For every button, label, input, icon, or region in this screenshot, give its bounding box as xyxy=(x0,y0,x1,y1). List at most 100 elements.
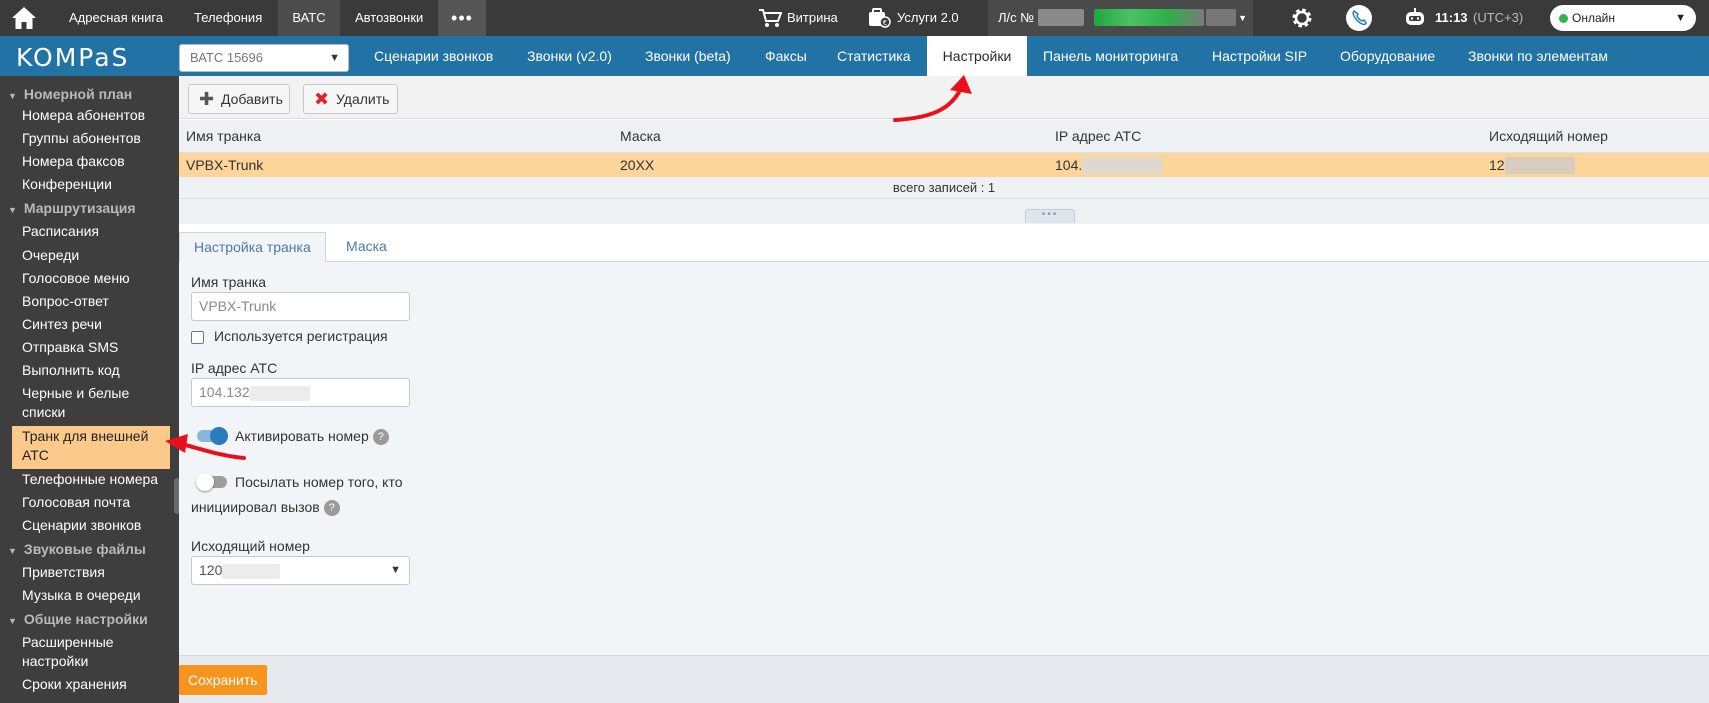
tab-mask[interactable]: Маска xyxy=(332,232,401,262)
clock-timezone: (UTC+3) xyxy=(1473,10,1524,25)
sidebar-section-sound-files[interactable]: ▼ Звуковые файлы xyxy=(8,539,146,559)
chevron-down-icon: ▼ xyxy=(8,616,17,626)
column-header-outgoing[interactable]: Исходящий номер xyxy=(1489,120,1608,152)
chevron-down-icon: ▼ xyxy=(329,52,340,64)
chevron-down-icon: ▼ xyxy=(1238,13,1247,23)
tab-calls-v2[interactable]: Звонки (v2.0) xyxy=(512,36,627,76)
sidebar-item-call-scenarios[interactable]: Сценарии звонков xyxy=(22,516,172,535)
sidebar-item-external-trunk[interactable]: Транк для внешней АТС xyxy=(12,426,170,469)
chevron-down-icon: ▼ xyxy=(1675,12,1686,24)
delete-button[interactable]: ✖ Удалить xyxy=(303,84,398,114)
services-link[interactable]: Услуги 2.0 xyxy=(897,0,959,36)
sidebar-item-voice-menu[interactable]: Голосовое меню xyxy=(22,269,172,288)
atc-select-value: ВАТС 15696 xyxy=(190,50,263,65)
activate-number-label: Активировать номер? xyxy=(235,428,389,446)
logo: KOMPaS xyxy=(16,43,130,72)
home-icon[interactable] xyxy=(10,5,38,31)
subtabs: Настройка транка Маска xyxy=(179,224,1709,262)
plus-icon: ✚ xyxy=(199,89,215,109)
nav-telephony[interactable]: Телефония xyxy=(194,0,262,36)
close-icon: ✖ xyxy=(314,89,330,109)
showcase-link[interactable]: Витрина xyxy=(787,0,838,36)
redacted-ip xyxy=(249,385,310,401)
sidebar-item-schedules[interactable]: Расписания xyxy=(22,222,172,241)
tab-statistics[interactable]: Статистика xyxy=(822,36,926,76)
sidebar-item-greetings[interactable]: Приветствия xyxy=(22,563,172,582)
save-button[interactable]: Сохранить xyxy=(179,665,267,695)
online-dot xyxy=(1559,14,1568,23)
registration-label: Используется регистрация xyxy=(214,328,388,344)
tab-trunk-settings[interactable]: Настройка транка xyxy=(179,232,326,262)
tab-faxes[interactable]: Факсы xyxy=(750,36,822,76)
splitter-handle[interactable]: ••• xyxy=(1025,209,1075,223)
ip-input[interactable]: 104.132 xyxy=(191,378,410,407)
send-caller-label-2: инициировал вызов? xyxy=(191,499,340,517)
tab-call-scenarios[interactable]: Сценарии звонков xyxy=(359,36,508,76)
cart-icon xyxy=(759,9,782,27)
nav-autocalls[interactable]: Автозвонки xyxy=(355,0,423,36)
sidebar-section-routing[interactable]: ▼ Маршрутизация xyxy=(8,198,136,218)
trunk-name-label: Имя транка xyxy=(191,274,267,290)
tab-equipment[interactable]: Оборудование xyxy=(1325,36,1450,76)
sidebar-section-general-settings[interactable]: ▼ Общие настройки xyxy=(8,609,148,629)
help-icon[interactable]: ? xyxy=(372,429,389,446)
sidebar-item-subscriber-groups[interactable]: Группы абонентов xyxy=(22,129,172,148)
robot-icon xyxy=(1406,8,1424,25)
tab-calls-beta[interactable]: Звонки (beta) xyxy=(630,36,746,76)
sidebar-item-phone-numbers[interactable]: Телефонные номера xyxy=(22,470,172,489)
chevron-down-icon: ▼ xyxy=(8,205,17,215)
redacted-balance xyxy=(1094,9,1204,26)
send-caller-label: Посылать номер того, кто xyxy=(235,474,403,490)
cell-mask: 20XX xyxy=(620,157,655,173)
tab-calls-by-elements[interactable]: Звонки по элементам xyxy=(1453,36,1623,76)
sidebar-item-question-answer[interactable]: Вопрос-ответ xyxy=(22,292,172,311)
nav-vats[interactable]: ВАТС xyxy=(278,0,340,36)
chevron-down-icon: ▼ xyxy=(390,564,401,576)
gear-icon[interactable] xyxy=(1290,6,1314,30)
clock-time: 11:13 xyxy=(1435,10,1468,25)
account-label: Л/с № xyxy=(998,10,1035,25)
more-menu-button[interactable]: ••• xyxy=(438,0,486,36)
sidebar-item-retention[interactable]: Сроки хранения xyxy=(22,675,172,694)
add-button[interactable]: ✚ Добавить xyxy=(188,84,290,114)
sidebar-item-speech-synthesis[interactable]: Синтез речи xyxy=(22,315,172,334)
column-header-mask[interactable]: Маска xyxy=(620,120,661,152)
sidebar-item-fax-numbers[interactable]: Номера факсов xyxy=(22,152,172,171)
sidebar-item-send-sms[interactable]: Отправка SMS xyxy=(22,338,172,357)
tab-settings[interactable]: Настройки xyxy=(927,36,1027,76)
registration-checkbox[interactable] xyxy=(191,331,204,344)
tab-sip-settings[interactable]: Настройки SIP xyxy=(1197,36,1322,76)
toolbar: ✚ Добавить ✖ Удалить xyxy=(179,76,1709,119)
help-icon[interactable]: ? xyxy=(323,500,340,517)
save-bar: Сохранить xyxy=(179,655,1709,703)
chevron-down-icon: ▼ xyxy=(8,91,17,101)
cell-ip: 104. xyxy=(1055,153,1163,177)
atc-select[interactable]: ВАТС 15696 ▼ xyxy=(179,44,349,72)
status-label: Онлайн xyxy=(1572,11,1615,25)
sidebar-item-queue-music[interactable]: Музыка в очереди xyxy=(22,586,172,605)
sidebar-item-advanced-settings[interactable]: Расширенные настройки xyxy=(22,633,172,671)
sidebar-item-queues[interactable]: Очереди xyxy=(22,246,172,265)
ip-label: IP адрес АТС xyxy=(191,360,278,376)
chevron-down-icon: ▼ xyxy=(8,546,17,556)
column-header-ip[interactable]: IP адрес АТС xyxy=(1055,120,1141,152)
trunk-name-input[interactable]: VPBX-Trunk xyxy=(191,292,410,321)
tab-monitoring-panel[interactable]: Панель мониторинга xyxy=(1028,36,1193,76)
sidebar-item-black-white-lists[interactable]: Черные и белые списки xyxy=(22,384,172,422)
sidebar-section-number-plan[interactable]: ▼ Номерной план xyxy=(8,84,132,104)
sidebar-item-voicemail[interactable]: Голосовая почта xyxy=(22,493,172,512)
table-row[interactable]: VPBX-Trunk 20XX 104. 12 xyxy=(179,153,1709,177)
account-selector[interactable]: Л/с № ▼ xyxy=(988,0,1253,36)
sidebar-item-execute-code[interactable]: Выполнить код xyxy=(22,361,172,380)
column-header-trunk-name[interactable]: Имя транка xyxy=(186,120,261,152)
send-caller-toggle[interactable] xyxy=(196,473,227,491)
outgoing-number-select[interactable]: 120 ▼ xyxy=(191,556,410,585)
record-count: всего записей : 1 xyxy=(179,177,1709,199)
trunk-form: Имя транка VPBX-Trunk Используется регис… xyxy=(179,262,1709,655)
nav-address-book[interactable]: Адресная книга xyxy=(69,0,163,36)
sidebar-item-conferences[interactable]: Конференции xyxy=(22,175,172,194)
phone-button[interactable] xyxy=(1346,5,1372,31)
status-select[interactable]: Онлайн ▼ xyxy=(1550,5,1696,31)
sidebar-item-subscriber-numbers[interactable]: Номера абонентов xyxy=(22,106,172,125)
activate-number-toggle[interactable] xyxy=(197,427,228,445)
